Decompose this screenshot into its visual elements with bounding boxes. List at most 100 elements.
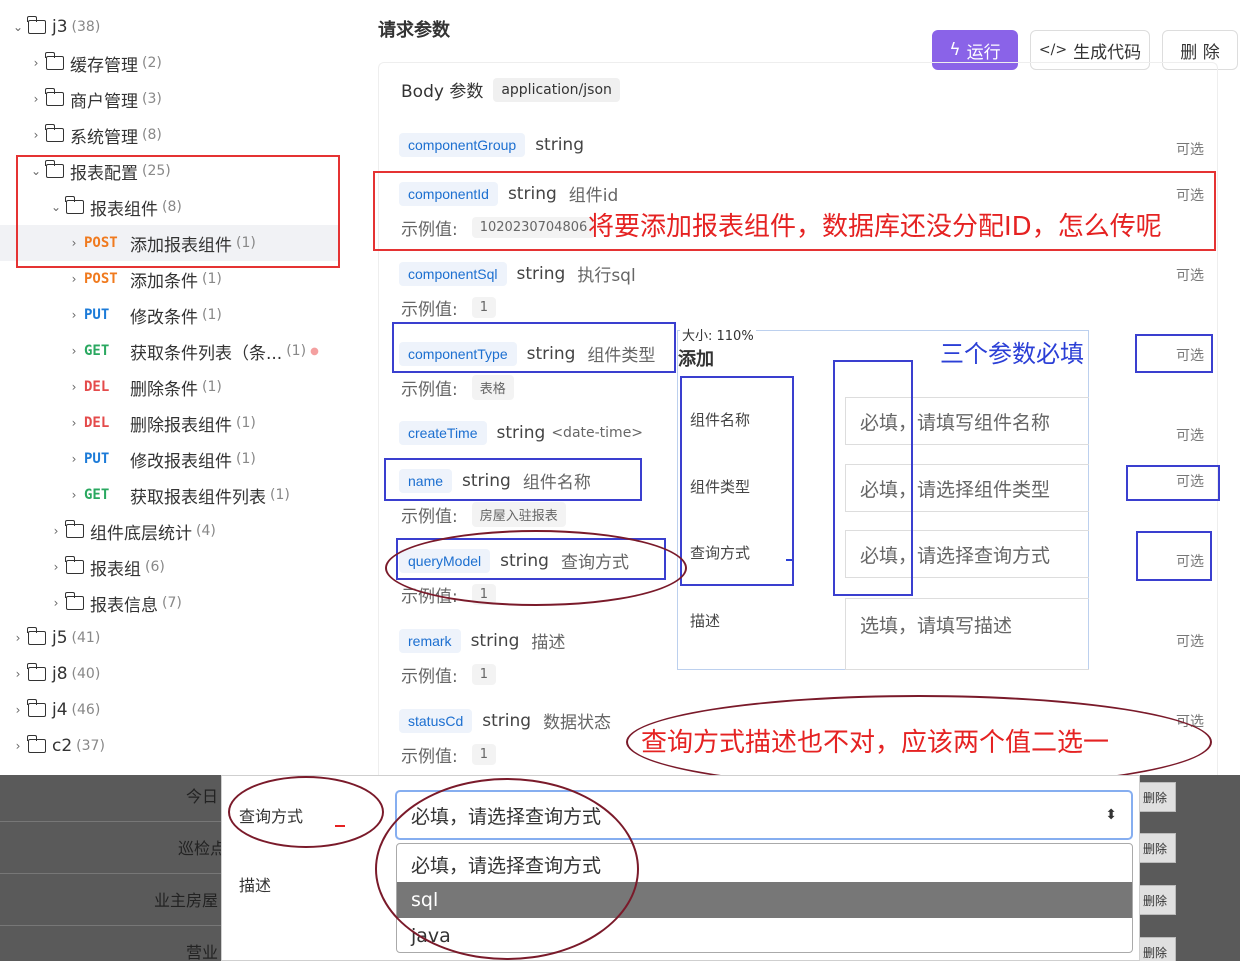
tree-folder-cache[interactable]: › 缓存管理 (2) xyxy=(26,45,162,81)
chevron-right-icon: › xyxy=(33,92,39,106)
chevron-right-icon: › xyxy=(71,488,77,502)
annotation-query-wrong: 查询方式描述也不对，应该两个值二选一 xyxy=(641,728,1110,758)
chevron-right-icon: › xyxy=(71,272,77,286)
tree-folder-j8[interactable]: › j8 (40) xyxy=(8,656,100,692)
folder-icon xyxy=(27,627,46,645)
row-delete-button[interactable]: 删除 xyxy=(1134,937,1176,961)
param-example: 示例值: 1 xyxy=(401,742,497,767)
param-name: componentSql xyxy=(399,261,507,286)
row-divider xyxy=(0,873,222,874)
tree-folder-j3[interactable]: ⌄ j3 (38) xyxy=(8,9,100,45)
tree-label: 删除条件 xyxy=(130,379,198,400)
param-componentGroup: componentGroup string xyxy=(399,133,584,157)
param-createTime: createTime string <date-time> xyxy=(399,421,643,445)
annotation-blue-box-opt1 xyxy=(1135,334,1213,373)
folder-icon xyxy=(45,124,64,142)
row-delete-button[interactable]: 删除 xyxy=(1134,885,1176,915)
chevron-right-icon: › xyxy=(33,128,39,142)
example-value: 表格 xyxy=(471,375,514,400)
row-delete-button[interactable]: 删除 xyxy=(1134,833,1176,863)
tree-label: j4 xyxy=(52,700,68,720)
tree-folder-system[interactable]: › 系统管理 (8) xyxy=(26,117,162,153)
tree-count: (7) xyxy=(162,595,182,611)
tree-label: 删除报表组件 xyxy=(130,415,232,436)
row-delete-button[interactable]: 删除 xyxy=(1134,782,1176,812)
description-input[interactable]: 选填，请填写描述 xyxy=(845,598,1089,670)
annotation-ellipse-label xyxy=(228,776,384,848)
tree-folder-report-group[interactable]: › 报表组 (6) xyxy=(46,549,165,585)
param-type: string xyxy=(516,263,566,284)
chevron-right-icon: › xyxy=(53,524,59,538)
annotation-ellipse-query xyxy=(385,530,687,606)
example-label: 示例值: xyxy=(401,380,458,400)
tree-folder-c2[interactable]: › c2 (37) xyxy=(8,728,105,764)
param-name: remark xyxy=(399,628,461,653)
tree-count: (2) xyxy=(142,55,162,71)
optional-label: 可选 xyxy=(1176,634,1204,650)
description-label: 描述 xyxy=(239,876,272,895)
tree-count: (41) xyxy=(71,630,101,646)
generate-code-label: 生成代码 xyxy=(1073,42,1142,63)
example-label: 示例值: xyxy=(401,667,458,687)
example-value: 1 xyxy=(471,664,497,685)
chevron-right-icon: › xyxy=(15,703,21,717)
tree-folder-report-info[interactable]: › 报表信息 (7) xyxy=(46,585,182,621)
run-label: 运行 xyxy=(966,42,1001,63)
tree-folder-merchant[interactable]: › 商户管理 (3) xyxy=(26,81,162,117)
body-params-header: Body 参数 application/json xyxy=(401,77,620,102)
method-badge: GET xyxy=(84,487,110,503)
lightning-icon: ϟ xyxy=(949,40,961,60)
tree-count: (38) xyxy=(71,19,101,35)
param-example: 示例值: 房屋入驻报表 xyxy=(401,502,566,527)
tree-folder-j5[interactable]: › j5 (41) xyxy=(8,620,100,656)
tree-api-update-component[interactable]: › PUT 修改报表组件 (1) xyxy=(64,441,256,477)
param-example: 示例值: 1 xyxy=(401,295,497,320)
tree-label: 商户管理 xyxy=(70,91,138,112)
tree-folder-component-stats[interactable]: › 组件底层统计 (4) xyxy=(46,513,216,549)
tree-label: 获取条件列表（条... xyxy=(130,343,283,364)
tree-label: 组件底层统计 xyxy=(90,523,192,544)
section-title: 请求参数 xyxy=(378,20,450,41)
chevron-right-icon: › xyxy=(15,667,21,681)
popup-title: 添加 xyxy=(678,349,714,370)
tree-count: (1) xyxy=(286,343,307,359)
annotation-red-box-tree xyxy=(16,155,340,268)
tree-label: j8 xyxy=(52,664,68,684)
chevron-right-icon: › xyxy=(33,56,39,70)
method-badge: GET xyxy=(84,343,110,359)
tree-api-update-condition[interactable]: › PUT 修改条件 (1) xyxy=(64,297,222,333)
param-remark: remark string 描述 xyxy=(399,628,565,653)
annotation-blue-box-type xyxy=(392,322,676,373)
chevron-right-icon: › xyxy=(71,452,77,466)
method-badge: DEL xyxy=(84,379,110,395)
row-divider xyxy=(0,925,222,926)
folder-icon xyxy=(27,735,46,753)
tree-count: (46) xyxy=(71,702,101,718)
tree-api-list-component[interactable]: › GET 获取报表组件列表 (1) xyxy=(64,477,290,513)
folder-icon xyxy=(65,592,84,610)
folder-icon xyxy=(65,520,84,538)
tree-label: 添加条件 xyxy=(130,271,198,292)
chevron-right-icon: › xyxy=(15,631,21,645)
row-divider xyxy=(0,821,222,822)
folder-icon xyxy=(45,52,64,70)
bottom-row-label: 今日 xyxy=(186,787,219,806)
annotation-required-three: 三个参数必填 xyxy=(940,340,1084,368)
method-badge: DEL xyxy=(84,415,110,431)
tree-api-delete-component[interactable]: › DEL 删除报表组件 (1) xyxy=(64,405,256,441)
optional-label: 可选 xyxy=(1176,428,1204,444)
param-name: statusCd xyxy=(399,708,473,733)
tree-count: (1) xyxy=(236,415,256,431)
param-desc: 描述 xyxy=(531,633,566,653)
folder-icon xyxy=(27,699,46,717)
tree-folder-j4[interactable]: › j4 (46) xyxy=(8,692,100,728)
param-type: string xyxy=(496,423,546,443)
tree-label: c2 xyxy=(52,736,73,756)
tree-count: (3) xyxy=(142,91,162,107)
tree-api-list-condition[interactable]: › GET 获取条件列表（条... (1) ● xyxy=(64,333,319,369)
example-label: 示例值: xyxy=(401,300,458,320)
tree-api-delete-condition[interactable]: › DEL 删除条件 (1) xyxy=(64,369,222,405)
chevron-right-icon: › xyxy=(53,596,59,610)
param-statusCd: statusCd string 数据状态 xyxy=(399,708,611,733)
folder-icon xyxy=(27,16,46,34)
